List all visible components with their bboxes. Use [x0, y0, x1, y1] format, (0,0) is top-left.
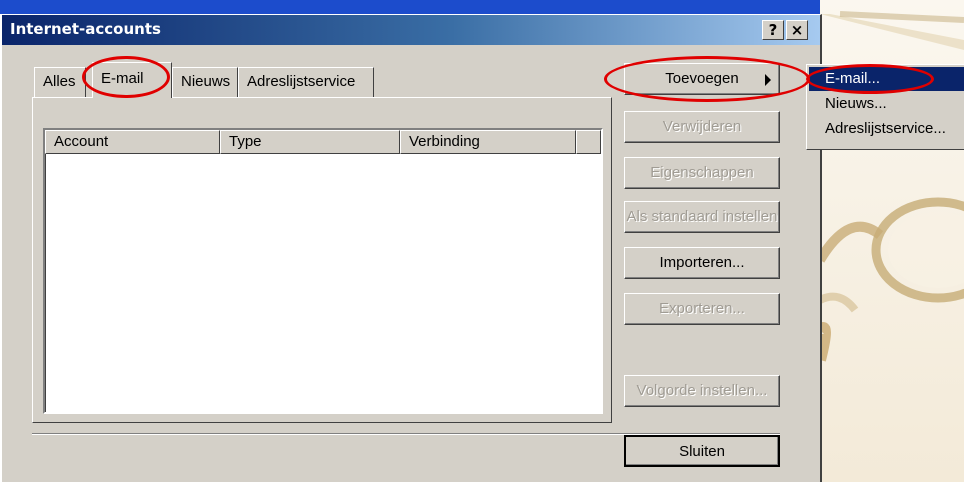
menu-item-nieuws[interactable]: Nieuws...: [809, 92, 964, 116]
close-dialog-button[interactable]: Sluiten: [624, 435, 780, 467]
menu-item-adreslijstservice[interactable]: Adreslijstservice...: [809, 117, 964, 141]
tab-label: Adreslijstservice: [247, 73, 356, 90]
accounts-list[interactable]: Account Type Verbinding: [43, 128, 603, 414]
close-icon: ×: [790, 21, 804, 39]
column-header-filler: [576, 130, 601, 154]
add-button-label: Toevoegen: [665, 70, 739, 87]
tab-label: Alles: [43, 73, 76, 90]
help-icon: ?: [768, 21, 778, 39]
properties-button[interactable]: Eigenschappen: [624, 157, 780, 189]
close-button[interactable]: ×: [786, 20, 808, 40]
chevron-right-icon: [765, 74, 771, 86]
menu-item-label: E-mail...: [825, 70, 881, 87]
tab-label: E-mail: [101, 70, 144, 87]
import-button-label: Importeren...: [659, 254, 745, 271]
tab-email[interactable]: E-mail: [92, 62, 172, 98]
remove-button[interactable]: Verwijderen: [624, 111, 780, 143]
window-title: Internet-accounts: [10, 20, 161, 38]
add-submenu: E-mail... Nieuws... Adreslijstservice...: [806, 64, 964, 150]
column-label: Type: [229, 133, 262, 150]
set-order-button[interactable]: Volgorde instellen...: [624, 375, 780, 407]
column-header-verbinding[interactable]: Verbinding: [400, 130, 576, 154]
export-button-label: Exporteren...: [659, 300, 745, 317]
export-button[interactable]: Exporteren...: [624, 293, 780, 325]
tab-adreslijstservice[interactable]: Adreslijstservice: [238, 67, 374, 97]
add-button[interactable]: Toevoegen: [624, 63, 780, 95]
column-header-account[interactable]: Account: [45, 130, 220, 154]
column-header-type[interactable]: Type: [220, 130, 400, 154]
column-label: Account: [54, 133, 109, 150]
set-default-button-label: Als standaard instellen: [626, 208, 778, 225]
title-bar: Internet-accounts ? ×: [2, 15, 820, 45]
menu-item-label: Nieuws...: [825, 95, 887, 112]
set-default-button[interactable]: Als standaard instellen: [624, 201, 780, 233]
list-header: Account Type Verbinding: [45, 130, 601, 154]
set-order-button-label: Volgorde instellen...: [636, 382, 768, 399]
internet-accounts-dialog: Internet-accounts ? × Alles E-mail Nieuw…: [0, 14, 822, 482]
help-button[interactable]: ?: [762, 20, 784, 40]
tab-nieuws[interactable]: Nieuws: [172, 67, 238, 97]
tab-label: Nieuws: [181, 73, 231, 90]
properties-button-label: Eigenschappen: [650, 164, 754, 181]
menu-item-label: Adreslijstservice...: [825, 120, 946, 137]
tab-alles[interactable]: Alles: [34, 67, 86, 97]
import-button[interactable]: Importeren...: [624, 247, 780, 279]
close-dialog-button-label: Sluiten: [679, 443, 725, 460]
column-label: Verbinding: [409, 133, 480, 150]
menu-item-email[interactable]: E-mail...: [809, 67, 964, 91]
email-tab-panel: Account Type Verbinding: [32, 97, 612, 423]
remove-button-label: Verwijderen: [662, 118, 742, 135]
